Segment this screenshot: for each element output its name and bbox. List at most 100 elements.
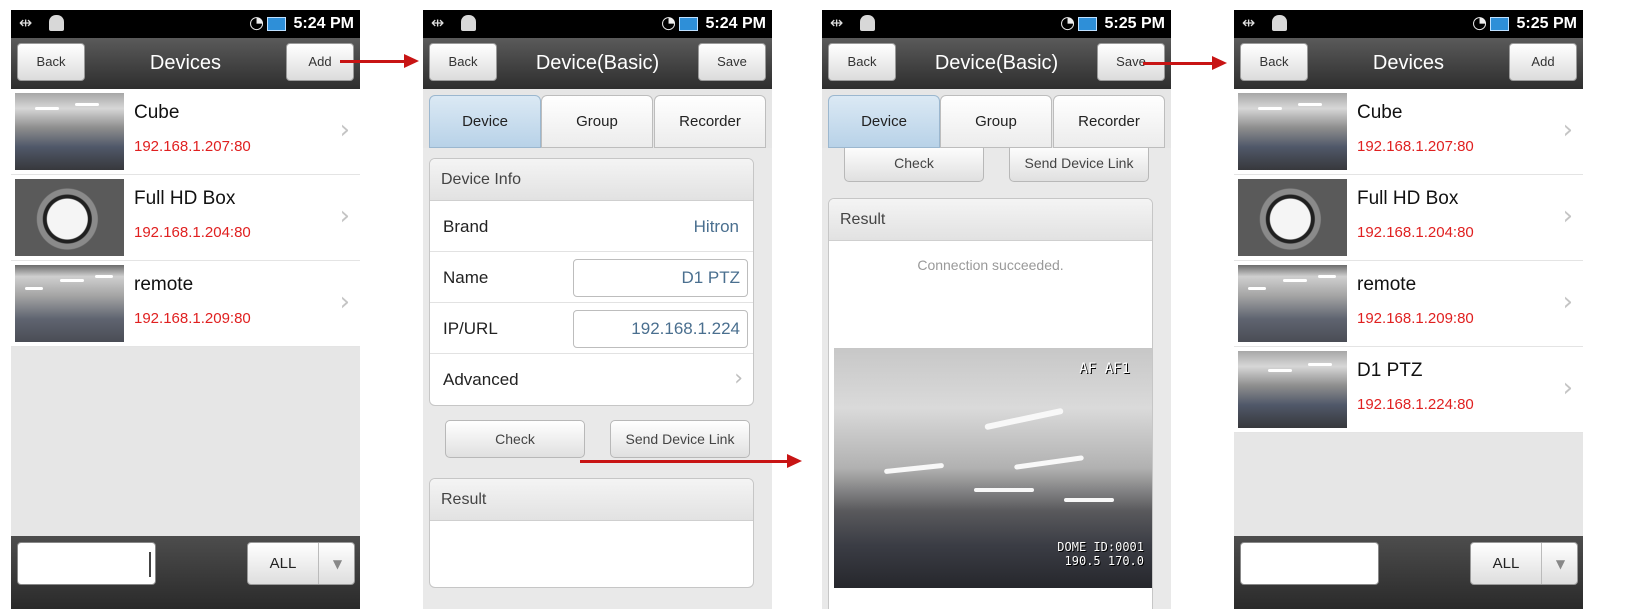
status-bar: ⇹ ◔ 5:25 PM [1234, 10, 1583, 38]
device-info-group: Device Info Brand Hitron Name D1 PTZ IP/… [429, 158, 754, 406]
flow-arrow-check-to-result [580, 454, 802, 468]
device-row[interactable]: Full HD Box 192.168.1.204:80 › [1234, 175, 1583, 261]
ip-url-row: IP/URL 192.168.1.224 [430, 303, 753, 354]
chevron-right-icon: › [339, 115, 350, 145]
name-row: Name D1 PTZ [430, 252, 753, 303]
status-time: 5:25 PM [1104, 15, 1165, 32]
device-ip: 192.168.1.224:80 [1357, 396, 1474, 413]
title-bar: Back Device(Basic) Save [423, 38, 772, 89]
usb-icon: ⇹ [19, 13, 33, 32]
bottom-bar: ALL ▼ [11, 536, 360, 609]
office-camera-thumbnail [15, 93, 124, 170]
filter-value: ALL [1492, 555, 1520, 572]
office-camera-thumbnail [1238, 93, 1347, 170]
result-message: Connection succeeded. [917, 257, 1064, 273]
device-info-header: Device Info [430, 159, 753, 201]
device-list: Cube 192.168.1.207:80 › Full HD Box 192.… [11, 89, 360, 347]
usb-icon: ⇹ [1242, 13, 1256, 32]
android-icon [461, 15, 476, 31]
device-name: remote [134, 274, 194, 295]
osd-top-text: AF AF1 [1079, 361, 1130, 377]
screen-device-basic-form: ⇹ ◔ 5:24 PM Back Device(Basic) Save Devi… [423, 10, 772, 609]
screen-devices-after: ⇹ ◔ 5:25 PM Back Devices Add Cube 192.16… [1234, 10, 1583, 609]
battery-icon [267, 17, 286, 31]
save-button[interactable]: Save [698, 43, 766, 81]
battery-icon [1078, 17, 1097, 31]
screen-devices-before: ⇹ ◔ 5:24 PM Back Devices Add Cube 192.16… [11, 10, 360, 609]
send-device-link-button[interactable]: Send Device Link [1009, 148, 1149, 182]
device-ip: 192.168.1.207:80 [1357, 138, 1474, 155]
device-ip: 192.168.1.204:80 [1357, 224, 1474, 241]
device-row[interactable]: Full HD Box 192.168.1.204:80 › [11, 175, 360, 261]
brand-row[interactable]: Brand Hitron [430, 201, 753, 252]
advanced-row[interactable]: Advanced › [430, 354, 753, 405]
device-list: Cube 192.168.1.207:80 › Full HD Box 192.… [1234, 89, 1583, 433]
search-input[interactable] [17, 542, 156, 585]
flow-arrow-save-to-devices [1143, 56, 1227, 70]
usb-icon: ⇹ [830, 13, 844, 32]
chevron-right-icon: › [339, 201, 350, 231]
device-row[interactable]: remote 192.168.1.209:80 › [11, 261, 360, 347]
tab-group[interactable]: Group [940, 95, 1052, 148]
check-button[interactable]: Check [445, 420, 585, 458]
name-label: Name [443, 268, 489, 287]
device-name: Full HD Box [1357, 188, 1459, 209]
device-ip: 192.168.1.209:80 [134, 310, 251, 327]
tab-bar: Device Group Recorder [429, 95, 766, 148]
hallway-camera-thumbnail [15, 265, 124, 342]
chevron-right-icon: › [1562, 287, 1573, 317]
clock-camera-thumbnail [1238, 179, 1347, 256]
device-row[interactable]: Cube 192.168.1.207:80 › [11, 89, 360, 175]
device-ip: 192.168.1.204:80 [134, 224, 251, 241]
ip-url-field[interactable]: 192.168.1.224 [573, 310, 748, 348]
clock-camera-thumbnail [15, 179, 124, 256]
ip-url-label: IP/URL [443, 319, 498, 338]
dropdown-arrow-icon[interactable]: ▼ [1541, 543, 1579, 584]
flow-arrow-add-to-form [340, 54, 419, 68]
name-field[interactable]: D1 PTZ [573, 259, 748, 297]
status-time: 5:24 PM [293, 15, 354, 32]
device-row[interactable]: D1 PTZ 192.168.1.224:80 › [1234, 347, 1583, 433]
status-time: 5:24 PM [705, 15, 766, 32]
device-row[interactable]: Cube 192.168.1.207:80 › [1234, 89, 1583, 175]
dropdown-arrow-icon[interactable]: ▼ [318, 543, 356, 584]
hallway-camera-thumbnail [1238, 265, 1347, 342]
tab-device[interactable]: Device [429, 95, 541, 148]
filter-select[interactable]: ALL ▼ [247, 542, 355, 585]
chevron-right-icon: › [339, 287, 350, 317]
tab-device[interactable]: Device [828, 95, 940, 148]
brand-value: Hitron [693, 217, 739, 236]
wifi-icon: ◔ [1060, 13, 1075, 33]
tab-recorder[interactable]: Recorder [654, 95, 766, 148]
filter-select[interactable]: ALL ▼ [1470, 542, 1578, 585]
title-bar: Back Device(Basic) Save [822, 38, 1171, 89]
wifi-icon: ◔ [661, 13, 676, 33]
form-panel: Device Info Brand Hitron Name D1 PTZ IP/… [423, 148, 772, 609]
wifi-icon: ◔ [1472, 13, 1487, 33]
search-input[interactable] [1240, 542, 1379, 585]
check-button[interactable]: Check [844, 148, 984, 182]
chevron-right-icon: › [1562, 373, 1573, 403]
result-header: Result [430, 479, 753, 521]
tab-group[interactable]: Group [541, 95, 653, 148]
android-icon [860, 15, 875, 31]
android-icon [1272, 15, 1287, 31]
device-row[interactable]: remote 192.168.1.209:80 › [1234, 261, 1583, 347]
add-button[interactable]: Add [1509, 43, 1577, 81]
device-name: remote [1357, 274, 1417, 295]
result-group: Result Connection succeeded. AF AF1 DOME… [828, 198, 1153, 609]
brand-label: Brand [443, 217, 489, 236]
title-bar: Back Devices Add [11, 38, 360, 89]
wifi-icon: ◔ [249, 13, 264, 33]
device-ip: 192.168.1.209:80 [1357, 310, 1474, 327]
result-group: Result [429, 478, 754, 588]
status-bar: ⇹ ◔ 5:24 PM [11, 10, 360, 38]
device-name: Cube [134, 102, 180, 123]
tab-bar: Device Group Recorder [828, 95, 1165, 148]
text-caret [149, 552, 151, 577]
form-panel: Check Send Device Link Result Connection… [822, 148, 1171, 609]
device-name: Cube [1357, 102, 1403, 123]
tab-recorder[interactable]: Recorder [1053, 95, 1165, 148]
title-bar: Back Devices Add [1234, 38, 1583, 89]
send-device-link-button[interactable]: Send Device Link [610, 420, 750, 458]
